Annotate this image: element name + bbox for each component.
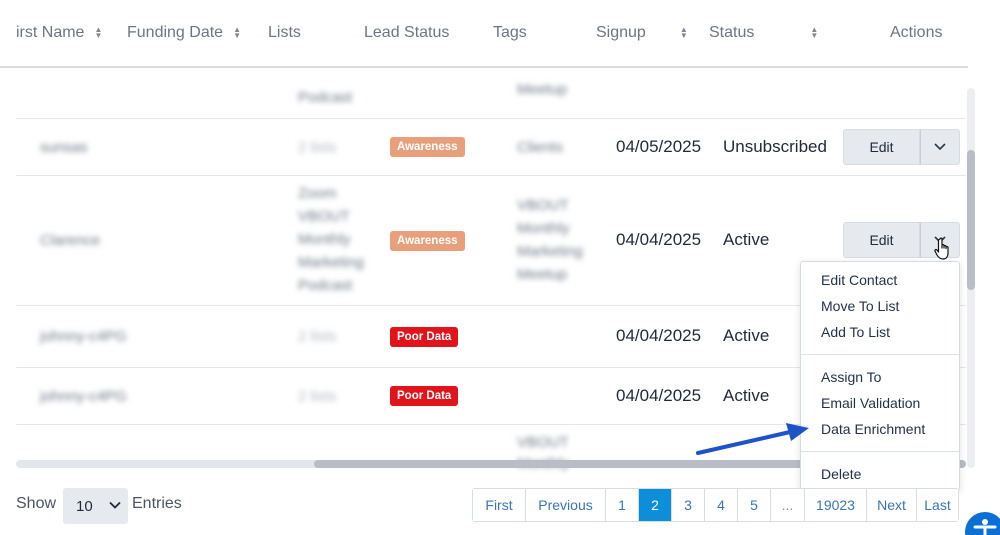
page-size-value: 10 bbox=[76, 497, 93, 515]
pagination-page-2[interactable]: 2 bbox=[638, 489, 671, 521]
pagination-page-1[interactable]: 1 bbox=[605, 489, 638, 521]
pagination-page-4[interactable]: 4 bbox=[704, 489, 737, 521]
page-size-select[interactable]: 10 bbox=[63, 488, 128, 524]
accessibility-figure-icon bbox=[973, 519, 997, 535]
pagination-next[interactable]: Next bbox=[866, 489, 916, 521]
pagination-last[interactable]: Last bbox=[916, 489, 958, 521]
pagination-ellipsis: ... bbox=[770, 489, 804, 521]
accessibility-icon[interactable] bbox=[965, 512, 1000, 535]
pagination-previous[interactable]: Previous bbox=[525, 489, 605, 521]
pagination-page-5[interactable]: 5 bbox=[737, 489, 770, 521]
annotation-arrow-icon bbox=[696, 423, 809, 455]
show-label: Show bbox=[16, 495, 57, 512]
pagination-first[interactable]: First bbox=[473, 489, 525, 521]
pagination-page-3[interactable]: 3 bbox=[671, 489, 704, 521]
pagination-page-last-number[interactable]: 19023 bbox=[804, 489, 866, 521]
entries-label: Entries bbox=[132, 495, 182, 512]
chevron-down-icon bbox=[109, 501, 121, 509]
pagination: First Previous 1 2 3 4 5 ... 19023 Next … bbox=[472, 488, 959, 522]
